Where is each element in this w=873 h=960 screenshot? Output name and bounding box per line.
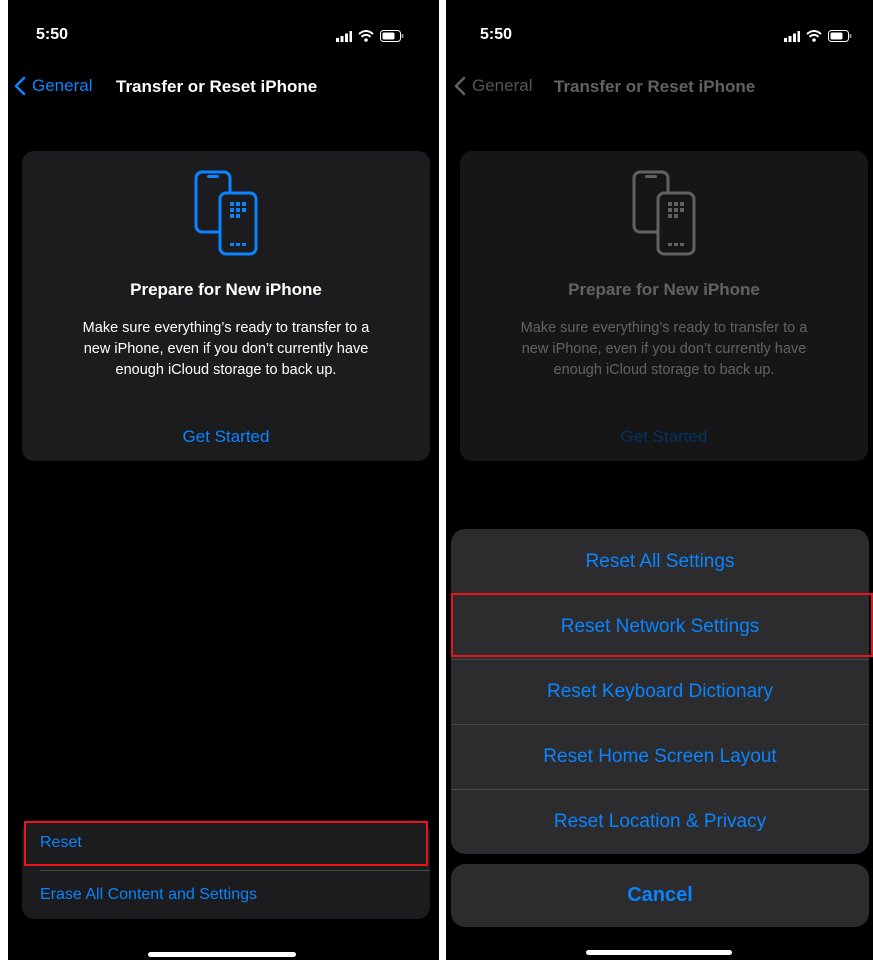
card-title: Prepare for New iPhone — [568, 280, 760, 299]
transfer-phones-icon — [194, 170, 258, 256]
prepare-card: Prepare for New iPhone Make sure everyth… — [460, 151, 868, 461]
get-started-link[interactable]: Get Started — [460, 427, 868, 447]
transfer-phones-icon — [632, 170, 696, 256]
get-started-link[interactable]: Get Started — [22, 427, 430, 447]
screen-transfer-reset: 5:50 General Transfer or Reset iPhone Pr… — [8, 0, 439, 960]
home-indicator — [586, 950, 732, 955]
battery-icon — [380, 30, 404, 42]
home-indicator — [148, 952, 296, 957]
status-time: 5:50 — [36, 26, 69, 43]
card-description-line: enough iCloud storage to back up. — [553, 362, 775, 378]
back-button[interactable]: General — [454, 76, 532, 96]
screen-reset-sheet: 5:50 General Transfer or Reset iPhone Pr… — [446, 0, 873, 960]
signal-icon — [336, 30, 352, 42]
card-description: Make sure everything’s ready to transfer… — [22, 318, 430, 381]
highlight-box — [24, 821, 428, 866]
page-title: Transfer or Reset iPhone — [554, 77, 756, 96]
highlight-box — [451, 593, 873, 657]
reset-home-screen-layout-option[interactable]: Reset Home Screen Layout — [451, 724, 869, 789]
chevron-left-icon — [454, 76, 466, 96]
card-description-line: new iPhone, even if you don’t currently … — [83, 341, 369, 357]
card-description-line: new iPhone, even if you don’t currently … — [521, 341, 807, 357]
wifi-icon — [358, 30, 374, 42]
card-description: Make sure everything’s ready to transfer… — [460, 318, 868, 381]
chevron-left-icon — [14, 76, 26, 96]
cancel-button[interactable]: Cancel — [451, 864, 869, 927]
card-description-line: Make sure everything’s ready to transfer… — [82, 320, 370, 336]
reset-action-sheet: Reset All Settings Reset Network Setting… — [451, 529, 869, 854]
page-title: Transfer or Reset iPhone — [116, 77, 318, 96]
divider — [40, 870, 430, 871]
card-title: Prepare for New iPhone — [130, 280, 322, 299]
erase-all-item[interactable]: Erase All Content and Settings — [22, 886, 430, 908]
prepare-card: Prepare for New iPhone Make sure everyth… — [22, 151, 430, 461]
status-icons — [336, 30, 404, 42]
reset-all-settings-option[interactable]: Reset All Settings — [451, 529, 869, 594]
back-button[interactable]: General — [14, 76, 92, 96]
card-description-line: enough iCloud storage to back up. — [115, 362, 337, 378]
reset-keyboard-dictionary-option[interactable]: Reset Keyboard Dictionary — [451, 659, 869, 724]
reset-location-privacy-option[interactable]: Reset Location & Privacy — [451, 789, 869, 854]
card-description-line: Make sure everything’s ready to transfer… — [520, 320, 808, 336]
back-label: General — [32, 76, 93, 95]
back-label: General — [472, 76, 533, 95]
